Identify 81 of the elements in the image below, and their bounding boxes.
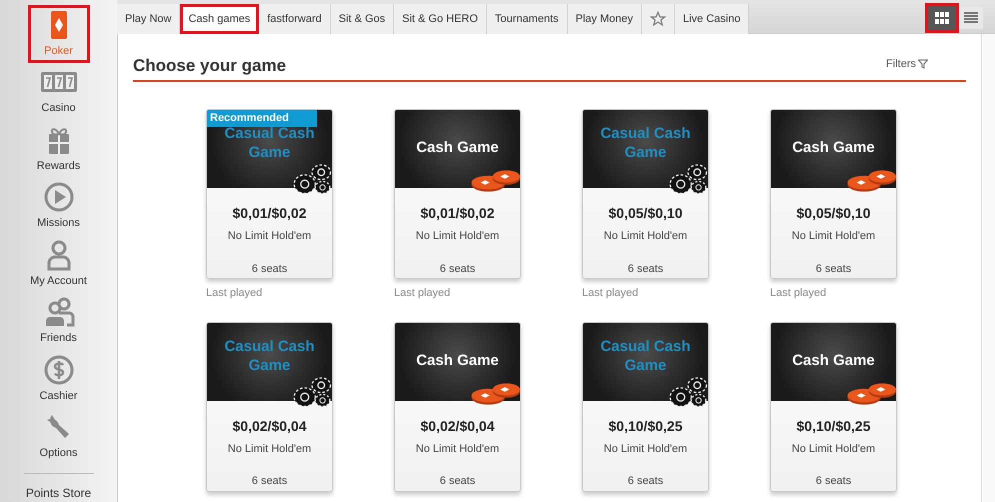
stakes-text: $0,01/$0,02 (420, 204, 494, 222)
game-card[interactable]: Cash Game $0,01/$0,02 No Limit Hold'em 6 seats (394, 109, 521, 279)
play-circle-icon (42, 181, 74, 213)
game-title: Cash Game (791, 350, 876, 370)
variant-text: No Limit Hold'em (604, 442, 688, 456)
stakes-text: $0,01/$0,02 (232, 204, 306, 222)
game-card[interactable]: Casual Cash Game $0,05/$0,10 No Limit Hold'em 6 seats (582, 109, 709, 279)
poker-chips-drawing (470, 168, 520, 194)
tab[interactable]: Sit & Go HERO (394, 4, 487, 34)
list-view-button[interactable] (959, 7, 983, 29)
seats-text: 6 seats (816, 262, 852, 276)
variant-text: No Limit Hold'em (604, 229, 688, 244)
stakes-text: $0,05/$0,10 (796, 204, 870, 222)
game-title: Cash Game (415, 350, 500, 370)
sidebar-item[interactable]: Cashier (28, 350, 90, 408)
game-title: Casual Cash Game (223, 336, 316, 374)
variant-text: No Limit Hold'em (792, 229, 876, 244)
seats-text: 6 seats (440, 262, 476, 276)
stakes-text: $0,05/$0,10 (608, 204, 682, 222)
tab[interactable]: Tournaments (486, 4, 568, 34)
points-store-link[interactable]: Points Store (26, 484, 92, 502)
sidebar-item[interactable]: Options (28, 408, 90, 465)
variant-text: No Limit Hold'em (416, 442, 500, 456)
seats-text: 6 seats (252, 262, 288, 276)
sidebar-item[interactable]: My Account (28, 235, 90, 292)
tab[interactable]: fastforward (259, 4, 331, 34)
game-card[interactable]: Casual Cash Game $0,02/$0,04 No Limit Hold'em 6 seats (206, 322, 333, 492)
game-card[interactable]: Cash Game $0,10/$0,25 No Limit Hold'em 6 seats (770, 322, 897, 492)
scrollbar[interactable] (981, 34, 995, 502)
variant-text: No Limit Hold'em (792, 442, 876, 456)
tab[interactable]: Play Money (568, 4, 642, 34)
favorites-tab[interactable] (642, 4, 675, 34)
poker-chips-drawing (292, 163, 332, 196)
stakes-text: $0,10/$0,25 (796, 416, 870, 434)
variant-text: No Limit Hold'em (228, 442, 312, 456)
sidebar-item[interactable]: Casino (28, 62, 90, 120)
game-card[interactable]: Casual Cash Game $0,10/$0,25 No Limit Hold'em 6 seats (582, 322, 709, 492)
stakes-text: $0,02/$0,04 (420, 416, 494, 434)
seats-text: 6 seats (628, 262, 664, 276)
game-title: Casual Cash Game (599, 336, 692, 374)
seats-text: 6 seats (628, 474, 664, 489)
page-heading: Choose your game (133, 54, 286, 77)
poker-chips-drawing (668, 376, 708, 408)
recommended-badge: Recommended (207, 110, 317, 127)
game-card[interactable]: Recommended Casual Cash Game $0,01/$0,02 No Limit Hold'em 6 seats (206, 109, 333, 279)
tab[interactable]: Sit & Gos (330, 4, 394, 34)
last-played-text: Last played (770, 286, 828, 301)
last-played-text: Last played (206, 286, 264, 301)
filters-button[interactable]: Filters (886, 56, 928, 72)
game-title: Casual Cash Game (223, 124, 316, 162)
stakes-text: $0,02/$0,04 (232, 416, 306, 434)
seats-text: 6 seats (816, 474, 852, 489)
grid-view-button[interactable] (925, 3, 959, 33)
stakes-text: $0,10/$0,25 (608, 416, 682, 434)
tab[interactable]: Play Now (117, 4, 180, 34)
variant-text: No Limit Hold'em (416, 229, 500, 244)
poker-chips-drawing (292, 376, 332, 408)
game-card[interactable]: Cash Game $0,02/$0,04 No Limit Hold'em 6 seats (394, 322, 521, 492)
poker-chips-drawing (668, 163, 708, 196)
sidebar-item[interactable]: Rewards (28, 120, 90, 178)
last-played-text: Last played (394, 286, 452, 301)
grid-icon (935, 12, 949, 24)
game-title: Cash Game (791, 138, 876, 157)
poker-chips-drawing (846, 380, 896, 406)
funnel-icon (918, 59, 928, 70)
tab[interactable]: Live Casino (675, 4, 750, 34)
sidebar-item[interactable]: Missions (28, 178, 90, 235)
game-card[interactable]: Cash Game $0,05/$0,10 No Limit Hold'em 6 seats (770, 109, 897, 279)
game-title: Cash Game (415, 138, 500, 157)
dollar-coin-icon (42, 354, 74, 386)
last-played-text: Last played (582, 286, 640, 301)
tab[interactable]: Cash games (180, 4, 260, 34)
seats-text: 6 seats (252, 474, 288, 489)
list-icon (964, 12, 978, 24)
poker-chips-drawing (846, 168, 896, 194)
star-icon (650, 11, 666, 27)
sidebar-item[interactable]: Friends (28, 292, 90, 350)
game-title: Casual Cash Game (599, 124, 692, 162)
seats-text: 6 seats (440, 474, 476, 489)
poker-chips-drawing (470, 380, 520, 406)
variant-text: No Limit Hold'em (228, 229, 312, 244)
